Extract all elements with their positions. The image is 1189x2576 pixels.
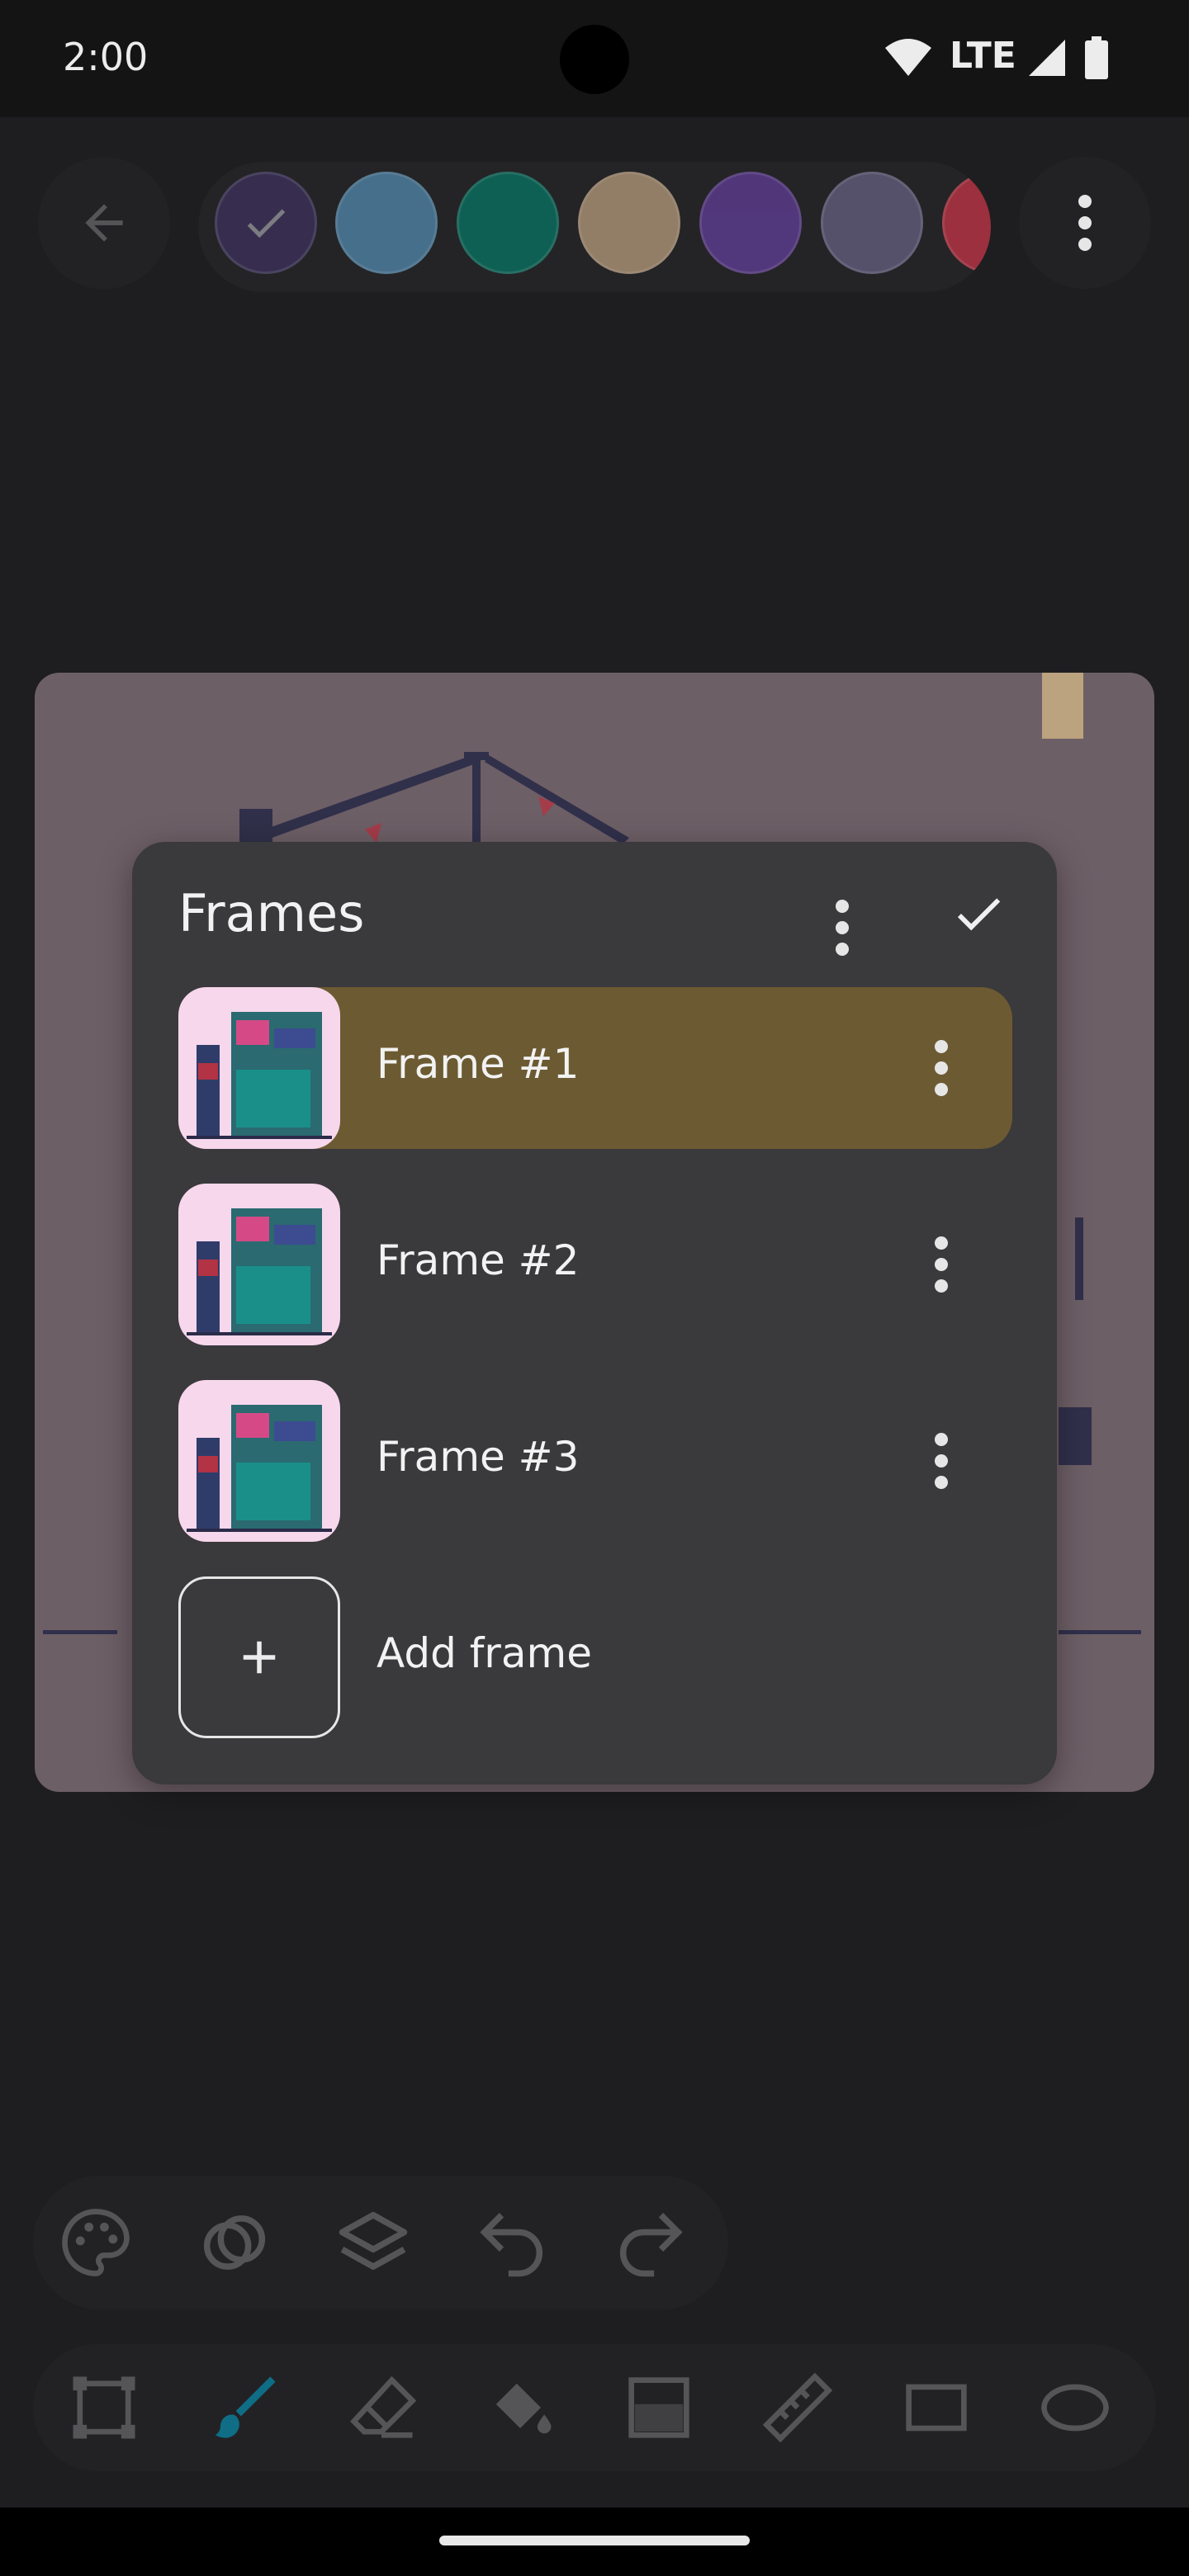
battery-icon <box>1085 36 1108 79</box>
frame-label: Frame #3 <box>377 1433 580 1481</box>
color-swatch-6[interactable] <box>821 172 923 274</box>
more-vert-icon <box>935 1433 948 1446</box>
add-frame-row[interactable]: Add frame <box>178 1576 1012 1738</box>
color-swatch-5[interactable] <box>699 172 802 274</box>
status-time: 2:00 <box>63 35 149 79</box>
frame-more-button[interactable] <box>925 1420 958 1502</box>
dialog-more-button[interactable] <box>826 886 859 969</box>
dialog-title: Frames <box>178 883 365 943</box>
frame-label: Frame #1 <box>377 1040 580 1088</box>
color-swatch-3[interactable] <box>457 172 559 274</box>
brush-icon[interactable] <box>201 2366 284 2449</box>
arrow-back-icon <box>85 204 123 242</box>
color-palette-bar <box>198 162 991 292</box>
fill-icon[interactable] <box>479 2366 561 2449</box>
ruler-icon[interactable] <box>756 2366 839 2449</box>
frame-thumbnail <box>178 1184 340 1345</box>
frame-row-2[interactable]: Frame #2 <box>178 1184 1012 1345</box>
frame-more-button[interactable] <box>925 1223 958 1306</box>
status-bar: 2:00 LTE <box>0 0 1189 117</box>
more-vert-icon <box>836 900 849 913</box>
rectangle-icon[interactable] <box>895 2366 978 2449</box>
more-vert-icon <box>1068 182 1101 264</box>
frames-dialog: Frames Frame #1 Frame #2 Frame #3 Add fr… <box>132 842 1057 1784</box>
dither-icon[interactable] <box>618 2366 700 2449</box>
frame-label: Frame #2 <box>377 1236 580 1284</box>
frame-thumbnail <box>178 1380 340 1542</box>
frame-preview-image <box>187 1012 332 1139</box>
add-frame-button[interactable] <box>178 1576 340 1738</box>
frame-row-3[interactable]: Frame #3 <box>178 1380 1012 1542</box>
palette-icon[interactable] <box>54 2201 137 2284</box>
frame-preview-image <box>187 1405 332 1532</box>
color-swatch-2[interactable] <box>335 172 438 274</box>
color-swatch-7[interactable] <box>942 172 991 274</box>
back-button[interactable] <box>38 157 170 289</box>
eraser-icon[interactable] <box>340 2366 423 2449</box>
more-vert-icon <box>935 1040 948 1053</box>
more-options-button[interactable] <box>1019 157 1151 289</box>
frame-preview-image <box>187 1208 332 1335</box>
more-vert-icon <box>935 1236 948 1250</box>
frame-thumbnail <box>178 987 340 1149</box>
tools-toolbar <box>33 2344 1156 2471</box>
network-label: LTE <box>950 35 1016 77</box>
signal-icon <box>1029 40 1065 76</box>
layers-icon[interactable] <box>332 2201 414 2284</box>
home-indicator[interactable] <box>439 2536 750 2545</box>
select-icon[interactable] <box>63 2366 145 2449</box>
redo-icon[interactable] <box>609 2201 692 2284</box>
confirm-check-button[interactable] <box>950 885 1007 943</box>
camera-cutout <box>560 25 629 94</box>
actions-toolbar <box>33 2176 728 2309</box>
blend-icon[interactable] <box>193 2201 276 2284</box>
ellipse-icon[interactable] <box>1034 2366 1116 2449</box>
frame-more-button[interactable] <box>925 1027 958 1109</box>
wifi-icon <box>885 39 931 76</box>
frame-row-1[interactable]: Frame #1 <box>178 987 1012 1149</box>
color-swatch-4[interactable] <box>578 172 680 274</box>
color-swatch-1[interactable] <box>215 172 317 274</box>
add-frame-label: Add frame <box>377 1629 592 1677</box>
undo-icon[interactable] <box>471 2201 553 2284</box>
check-icon <box>247 209 286 239</box>
plus-icon <box>243 1641 276 1674</box>
